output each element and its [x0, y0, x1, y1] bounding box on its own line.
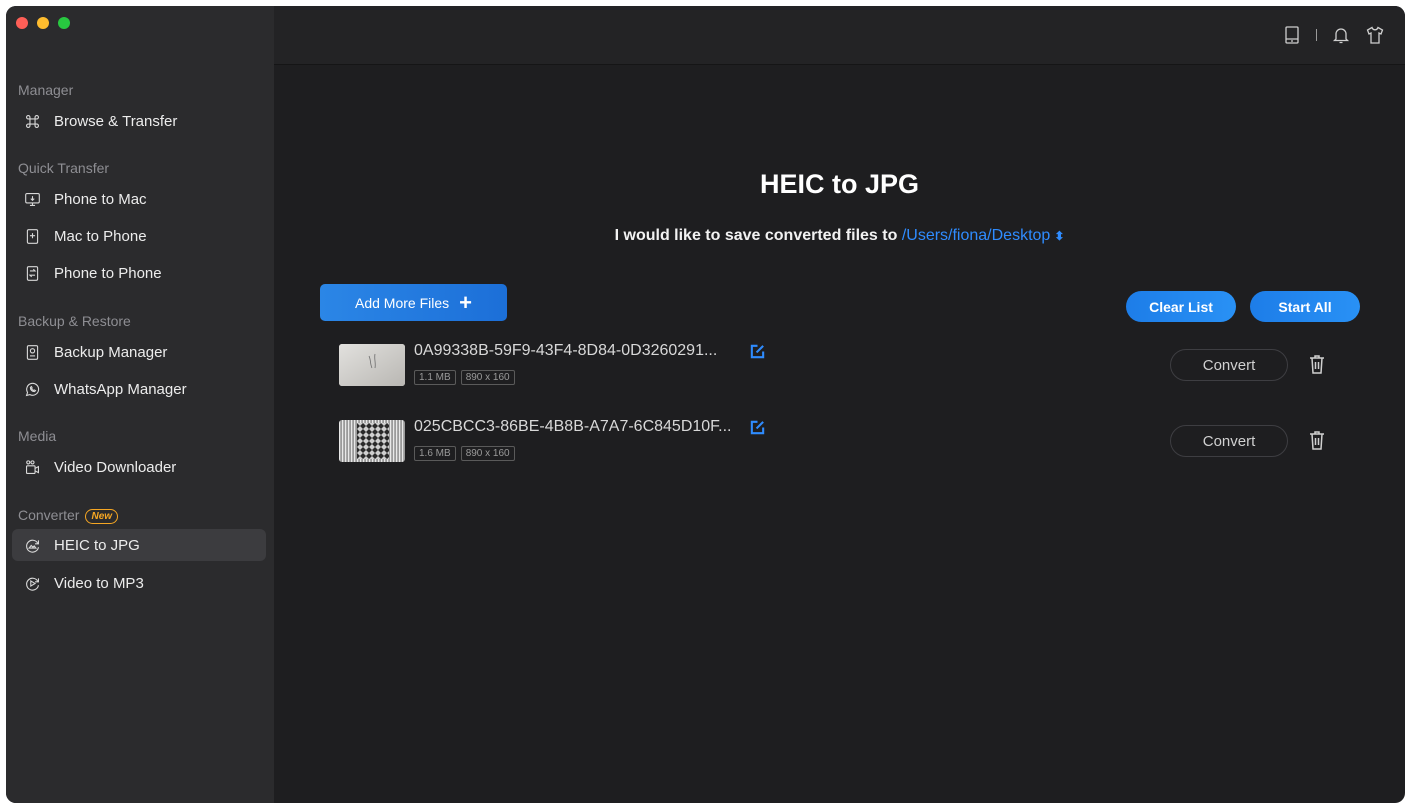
phone-to-mac-icon: [22, 189, 42, 209]
sidebar: Manager Browse & Transfer Quick Transfer…: [6, 6, 274, 803]
phone-to-phone-icon: [22, 263, 42, 283]
mac-to-phone-icon: [22, 226, 42, 246]
sidebar-item-video-to-mp3[interactable]: Video to MP3: [12, 567, 266, 599]
plus-icon: +: [459, 289, 472, 315]
sidebar-item-label: Mac to Phone: [54, 227, 147, 245]
section-backup-restore: Backup & Restore: [18, 313, 131, 329]
command-icon: [22, 111, 42, 131]
edit-icon[interactable]: [749, 419, 766, 436]
tshirt-icon[interactable]: [1365, 25, 1385, 45]
new-badge: New: [85, 508, 119, 524]
save-prefix: I would like to save converted files to: [614, 227, 898, 244]
file-size-badge: 1.6 MB: [414, 446, 456, 461]
section-media: Media: [18, 428, 57, 444]
device-icon[interactable]: [1282, 25, 1302, 45]
file-meta: 1.1 MB 890 x 160: [414, 370, 515, 385]
sidebar-item-heic-to-jpg[interactable]: HEIC to JPG: [12, 529, 266, 561]
sidebar-item-label: Backup Manager: [54, 343, 168, 361]
file-row: 0A99338B-59F9-43F4-8D84-0D3260291... 1.1…: [339, 340, 1369, 390]
sidebar-item-label: Video Downloader: [54, 458, 177, 476]
sidebar-item-whatsapp-manager[interactable]: WhatsApp Manager: [12, 373, 266, 405]
file-meta: 1.6 MB 890 x 160: [414, 446, 515, 461]
section-converter: Converter New: [18, 507, 119, 524]
save-path-selector[interactable]: /Users/fiona/Desktop: [902, 227, 1051, 244]
trash-icon[interactable]: [1307, 429, 1327, 451]
file-name: 025CBCC3-86BE-4B8B-A7A7-6C845D10F...: [414, 418, 732, 435]
file-thumbnail: [339, 344, 405, 386]
save-destination: I would like to save converted files to …: [274, 227, 1405, 245]
add-more-files-label: Add More Files: [354, 294, 450, 311]
file-name: 0A99338B-59F9-43F4-8D84-0D3260291...: [414, 342, 718, 359]
file-dimensions-badge: 890 x 160: [460, 370, 515, 385]
minimize-window-button[interactable]: [37, 17, 49, 29]
sidebar-item-label: WhatsApp Manager: [54, 380, 187, 398]
backup-icon: [22, 342, 42, 362]
close-window-button[interactable]: [16, 17, 28, 29]
sidebar-item-phone-to-mac[interactable]: Phone to Mac: [12, 183, 266, 215]
file-row: 025CBCC3-86BE-4B8B-A7A7-6C845D10F... 1.6…: [339, 416, 1369, 466]
file-thumbnail: [339, 420, 405, 462]
trash-icon[interactable]: [1307, 353, 1327, 375]
bell-icon[interactable]: [1331, 25, 1351, 45]
edit-icon[interactable]: [749, 343, 766, 360]
clear-list-button[interactable]: Clear List: [1126, 291, 1236, 322]
sidebar-item-phone-to-phone[interactable]: Phone to Phone: [12, 257, 266, 289]
start-all-button[interactable]: Start All: [1250, 291, 1360, 322]
sidebar-item-video-downloader[interactable]: Video Downloader: [12, 451, 266, 483]
page-title: HEIC to JPG: [759, 169, 920, 199]
top-toolbar: [274, 6, 1405, 65]
section-manager: Manager: [18, 82, 74, 98]
main-content: HEIC to JPG I would like to save convert…: [274, 65, 1405, 803]
window-controls: [16, 17, 70, 29]
up-down-arrow-icon[interactable]: ⬍: [1054, 229, 1064, 243]
app-window: Manager Browse & Transfer Quick Transfer…: [6, 6, 1405, 803]
sidebar-item-label: Phone to Phone: [54, 264, 162, 282]
sidebar-item-backup-manager[interactable]: Backup Manager: [12, 336, 266, 368]
convert-button[interactable]: Convert: [1170, 425, 1288, 457]
sidebar-item-label: Phone to Mac: [54, 190, 147, 208]
section-converter-label: Converter: [18, 507, 80, 523]
sidebar-item-browse-transfer[interactable]: Browse & Transfer: [12, 105, 266, 137]
add-more-files-button[interactable]: Add More Files +: [320, 284, 507, 321]
file-size-badge: 1.1 MB: [414, 370, 456, 385]
image-convert-icon: [22, 535, 42, 555]
video-camera-icon: [22, 457, 42, 477]
toolbar-divider: [1316, 29, 1317, 41]
sidebar-item-label: Browse & Transfer: [54, 112, 178, 130]
sidebar-item-label: HEIC to JPG: [54, 536, 140, 554]
whatsapp-icon: [22, 379, 42, 399]
sidebar-item-label: Video to MP3: [54, 574, 144, 592]
convert-button[interactable]: Convert: [1170, 349, 1288, 381]
video-convert-icon: [22, 573, 42, 593]
file-dimensions-badge: 890 x 160: [460, 446, 515, 461]
toolbar-icons: [1282, 25, 1385, 45]
zoom-window-button[interactable]: [58, 17, 70, 29]
sidebar-item-mac-to-phone[interactable]: Mac to Phone: [12, 220, 266, 252]
section-quick-transfer: Quick Transfer: [18, 160, 110, 176]
